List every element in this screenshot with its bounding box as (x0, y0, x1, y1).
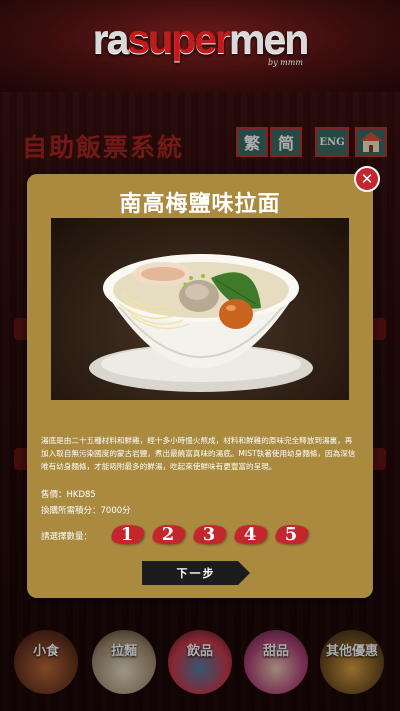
product-title: 南高梅鹽味拉面 (119, 191, 281, 217)
product-description: 湯底是由二十五種材料和鮮雞，經十多小時慢火熬成，材料和鮮雞的原味完全釋放到湯裏，… (41, 436, 356, 471)
quantity-option-3[interactable]: 3 (190, 523, 228, 545)
brand-logo: rasupermen (92, 16, 310, 62)
quantity-option-4[interactable]: 4 (231, 523, 269, 545)
next-step-button[interactable]: 下一步 (142, 561, 250, 585)
product-modal: 南高梅鹽味拉面 湯底是由二十五種材料和鮮雞，經十多小時慢火熬成，材料和鮮雞的原味… (27, 174, 373, 598)
close-icon: ✕ (360, 169, 374, 188)
quantity-option-5[interactable]: 5 (272, 523, 310, 545)
product-points: 換購所需積分：7000分 (41, 506, 131, 516)
quantity-option-2[interactable]: 2 (149, 523, 187, 545)
product-image (51, 218, 349, 400)
close-modal-button[interactable]: ✕ (354, 166, 380, 192)
quantity-label: 請選擇數量： (41, 532, 93, 542)
product-price: 售價：HKD85 (41, 490, 96, 500)
quantity-option-1[interactable]: 1 (108, 523, 146, 545)
brand-byline: by mmm (268, 58, 303, 67)
